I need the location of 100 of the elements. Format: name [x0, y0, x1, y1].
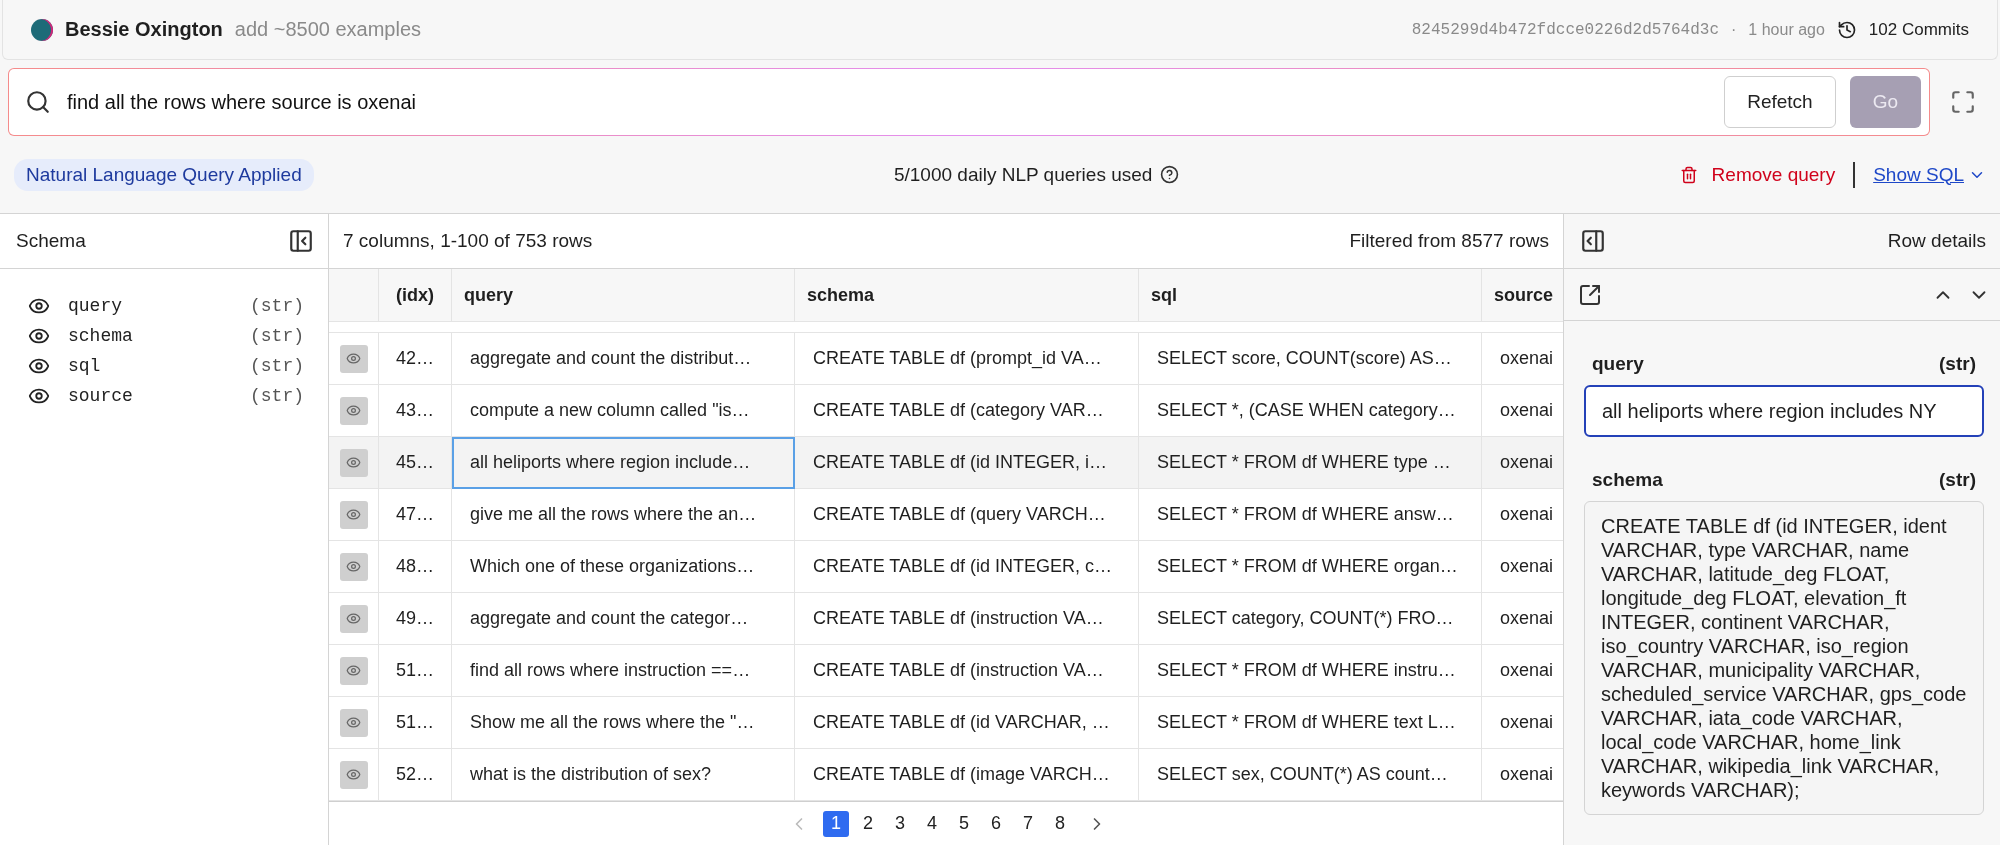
table-cell[interactable]: compute a new column called "is… [452, 385, 795, 437]
table-cell[interactable]: CREATE TABLE df (instruction VA… [795, 593, 1139, 645]
eye-icon [346, 455, 361, 470]
collapse-panel-icon[interactable] [288, 228, 314, 254]
page-button[interactable]: 6 [983, 810, 1009, 837]
eye-icon [346, 403, 361, 418]
column-header[interactable]: source [1482, 269, 1563, 321]
table-cell[interactable]: SELECT score, COUNT(score) AS… [1139, 333, 1482, 385]
eye-icon [346, 611, 361, 626]
avatar [31, 18, 53, 41]
remove-query-button[interactable]: Remove query [1679, 163, 1836, 186]
table-cell[interactable]: SELECT * FROM df WHERE type … [1139, 437, 1482, 489]
field-type: (str) [250, 326, 304, 346]
table-cell[interactable]: aggregate and count the distribut… [452, 333, 795, 385]
column-header[interactable]: query [452, 269, 795, 321]
page-button[interactable]: 2 [855, 810, 881, 837]
table-cell[interactable]: SELECT sex, COUNT(*) AS count… [1139, 749, 1482, 801]
view-row-button[interactable] [339, 604, 368, 633]
view-row-button[interactable] [339, 552, 368, 581]
field-type: (str) [1939, 469, 1976, 491]
commits-link[interactable]: 102 Commits [1868, 19, 1969, 40]
table-cell[interactable]: SELECT * FROM df WHERE answ… [1139, 489, 1482, 541]
table-cell[interactable]: CREATE TABLE df (instruction VA… [795, 645, 1139, 697]
page-button[interactable]: 3 [887, 810, 913, 837]
field-type: (str) [250, 386, 304, 406]
column-header[interactable]: schema [795, 269, 1139, 321]
page-button[interactable]: 5 [951, 810, 977, 837]
eye-icon [346, 767, 361, 782]
table-cell[interactable]: CREATE TABLE df (id INTEGER, i… [795, 437, 1139, 489]
table-cell[interactable]: aggregate and count the categor… [452, 593, 795, 645]
table-cell[interactable]: Show me all the rows where the "… [452, 697, 795, 749]
view-row-button[interactable] [339, 344, 368, 373]
table-cell: 47… [379, 489, 452, 541]
view-row-button[interactable] [339, 500, 368, 529]
search-icon [25, 89, 51, 115]
view-row-button[interactable] [339, 656, 368, 685]
table-cell[interactable]: find all rows where instruction ==… [452, 645, 795, 697]
table-cell[interactable]: CREATE TABLE df (image VARCH… [795, 749, 1139, 801]
eye-icon [346, 663, 361, 678]
commit-hash: 8245299d4b472fdcce0226d2d5764d3c [1411, 20, 1719, 39]
table-cell[interactable]: CREATE TABLE df (query VARCH… [795, 489, 1139, 541]
field-name: query [1592, 353, 1644, 375]
show-sql-link[interactable]: Show SQL [1873, 163, 1964, 186]
table-cell: 42… [379, 333, 452, 385]
help-icon[interactable] [1160, 165, 1180, 184]
open-external-icon[interactable] [1578, 282, 1602, 307]
field-name: schema [68, 326, 134, 346]
collapse-panel-icon[interactable] [1580, 228, 1606, 254]
table-cell: 43… [379, 385, 452, 437]
separator: · [1731, 20, 1737, 39]
table-cell[interactable]: SELECT *, (CASE WHEN category… [1139, 385, 1482, 437]
filtered-count: Filtered from 8577 rows [1349, 230, 1549, 252]
refetch-button[interactable]: Refetch [1724, 76, 1836, 128]
page-button[interactable]: 4 [919, 810, 945, 837]
table-cell: 48… [379, 541, 452, 593]
table-cell[interactable]: give me all the rows where the an… [452, 489, 795, 541]
history-icon[interactable] [1836, 19, 1857, 40]
table-cell: 45… [379, 437, 452, 489]
table-cell: 52… [379, 749, 452, 801]
panel-title: Row details [1887, 230, 1986, 252]
table-cell: 51… [379, 697, 452, 749]
page-button[interactable]: 1 [823, 810, 849, 837]
fullscreen-icon[interactable] [1950, 89, 1976, 115]
view-row-button[interactable] [339, 448, 368, 477]
usage-text: 5/1000 daily NLP queries used [893, 163, 1153, 186]
eye-icon [346, 559, 361, 574]
table-cell: 49… [379, 593, 452, 645]
field-type: (str) [250, 356, 304, 376]
row-count: 7 columns, 1-100 of 753 rows [343, 230, 593, 252]
view-row-button[interactable] [339, 708, 368, 737]
value-field[interactable]: all heliports where region includes NY [1584, 385, 1984, 437]
column-header[interactable]: (idx) [379, 269, 452, 321]
table-cell[interactable]: oxenai [1482, 437, 1563, 489]
column-header[interactable]: sql [1139, 269, 1482, 321]
eye-icon [346, 715, 361, 730]
table-cell[interactable]: CREATE TABLE df (category VAR… [795, 385, 1139, 437]
field-name: query [68, 296, 123, 316]
page-button[interactable]: 7 [1015, 810, 1041, 837]
view-row-button[interactable] [339, 396, 368, 425]
table-cell[interactable]: CREATE TABLE df (id INTEGER, c… [795, 541, 1139, 593]
eye-icon [346, 351, 361, 366]
field-name: schema [1592, 469, 1663, 491]
page-button[interactable]: 8 [1047, 810, 1073, 837]
field-name: sql [68, 356, 102, 376]
view-row-button[interactable] [339, 760, 368, 789]
table-cell[interactable]: SELECT * FROM df WHERE organ… [1139, 541, 1482, 593]
value-field[interactable]: CREATE TABLE df (id INTEGER, ident VARCHAR, type VARCHAR, name VARCHAR, latitude_deg FLOAT, longitude_deg FLOAT, elevation_ft INTEGER, continent VARCHAR, iso_country VARCHAR, iso_region VARCHAR, municipality VARCHAR, scheduled_service VARCHAR, gps_code VARCHAR, iata_code VARCHAR, local_code VARCHAR, home_link VARCHAR, wikipedia_link VARCHAR, keywords VARCHAR); [1584, 501, 1984, 815]
table-cell[interactable]: all heliports where region include… [452, 437, 795, 489]
table-cell[interactable]: what is the distribution of sex? [452, 749, 795, 801]
field-name: source [68, 386, 134, 406]
panel-title: Schema [16, 230, 87, 252]
field-type: (str) [1939, 353, 1976, 375]
table-cell[interactable]: CREATE TABLE df (prompt_id VA… [795, 333, 1139, 385]
query-applied-badge: Natural Language Query Applied [14, 158, 314, 191]
table-cell[interactable]: SELECT * FROM df WHERE instru… [1139, 645, 1482, 697]
table-cell[interactable]: Which one of these organizations… [452, 541, 795, 593]
table-cell[interactable]: CREATE TABLE df (id VARCHAR, … [795, 697, 1139, 749]
table-cell[interactable]: SELECT * FROM df WHERE text L… [1139, 697, 1482, 749]
table-cell[interactable]: SELECT category, COUNT(*) FRO… [1139, 593, 1482, 645]
eye-icon [346, 507, 361, 522]
